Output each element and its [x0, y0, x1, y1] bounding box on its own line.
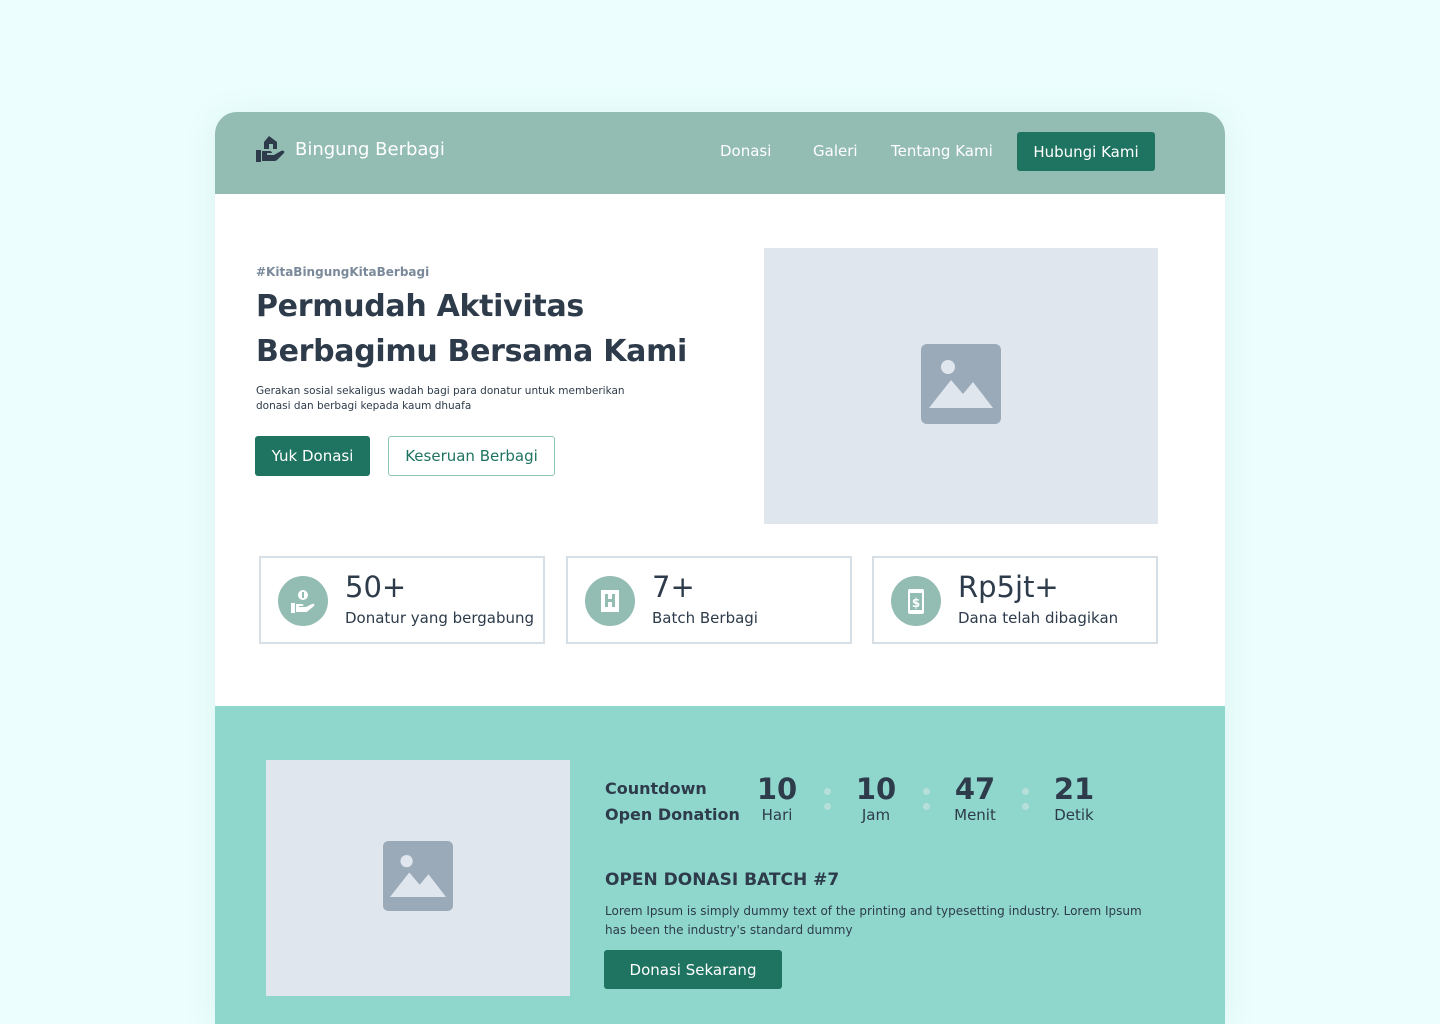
- hero-tagline: #KitaBingungKitaBerbagi: [256, 265, 430, 279]
- countdown-separator: [1022, 788, 1030, 812]
- image-icon: [383, 841, 453, 915]
- navbar: Bingung Berbagi Donasi Galeri Tentang Ka…: [215, 112, 1225, 194]
- hero-title-line-2: Berbagimu Bersama Kami: [256, 334, 688, 369]
- nav-link-donasi[interactable]: Donasi: [720, 142, 771, 160]
- countdown-minutes-label: Menit: [954, 806, 996, 824]
- stat-value: 50+: [345, 570, 407, 604]
- stat-card-donors: 50+ Donatur yang bergabung: [259, 556, 545, 644]
- batch-bag-icon: [585, 576, 635, 626]
- hero-title: Permudah Aktivitas Berbagimu Bersama Kam…: [256, 284, 696, 374]
- hero-title-line-1: Permudah Aktivitas: [256, 289, 584, 324]
- donasi-sekarang-button[interactable]: Donasi Sekarang: [604, 950, 782, 989]
- countdown-seconds: 21 Detik: [1044, 772, 1104, 824]
- countdown-heading-line-1: Countdown: [605, 779, 707, 798]
- countdown-hours-value: 10: [855, 772, 897, 806]
- nav-link-galeri[interactable]: Galeri: [813, 142, 858, 160]
- countdown-minutes-value: 47: [954, 772, 996, 806]
- stat-value: 7+: [652, 570, 695, 604]
- svg-text:$: $: [912, 596, 920, 610]
- brand-name: Bingung Berbagi: [295, 138, 445, 160]
- countdown-days-label: Hari: [761, 806, 793, 824]
- nav-link-tentang-kami[interactable]: Tentang Kami: [891, 142, 993, 160]
- yuk-donasi-button[interactable]: Yuk Donasi: [255, 436, 370, 476]
- batch-description: Lorem Ipsum is simply dummy text of the …: [605, 904, 1142, 937]
- hand-house-icon: [255, 134, 287, 164]
- stat-card-funds: $ Rp5jt+ Dana telah dibagikan: [872, 556, 1158, 644]
- landing-page-frame: Bingung Berbagi Donasi Galeri Tentang Ka…: [215, 112, 1225, 1024]
- countdown-days: 10 Hari: [747, 772, 807, 824]
- stat-label: Batch Berbagi: [652, 609, 758, 627]
- stat-label: Donatur yang bergabung: [345, 609, 535, 627]
- countdown-seconds-value: 21: [1053, 772, 1095, 806]
- stat-value: Rp5jt+: [958, 570, 1059, 604]
- countdown-separator: [824, 788, 832, 812]
- countdown-section: Countdown Open Donation 10 Hari 10 Jam 4…: [215, 706, 1225, 1024]
- countdown-heading-line-2: Open Donation: [605, 805, 740, 824]
- contact-button[interactable]: Hubungi Kami: [1017, 132, 1155, 171]
- countdown-heading: Countdown Open Donation: [605, 776, 740, 828]
- hero-image-placeholder: [764, 248, 1158, 524]
- stat-card-batches: 7+ Batch Berbagi: [566, 556, 852, 644]
- countdown-hours-label: Jam: [861, 806, 891, 824]
- countdown-hours: 10 Jam: [846, 772, 906, 824]
- hero-description: Gerakan sosial sekaligus wadah bagi para…: [256, 385, 625, 412]
- countdown-days-value: 10: [756, 772, 798, 806]
- countdown-minutes: 47 Menit: [945, 772, 1005, 824]
- donor-hand-icon: [278, 576, 328, 626]
- countdown-seconds-label: Detik: [1054, 806, 1094, 824]
- image-icon: [921, 344, 1001, 428]
- money-phone-icon: $: [891, 576, 941, 626]
- batch-image-placeholder: [266, 760, 570, 996]
- countdown-separator: [923, 788, 931, 812]
- brand-logo[interactable]: Bingung Berbagi: [255, 132, 445, 166]
- stat-label: Dana telah dibagikan: [958, 609, 1119, 627]
- keseruan-berbagi-button[interactable]: Keseruan Berbagi: [388, 436, 555, 476]
- batch-title: OPEN DONASI BATCH #7: [605, 870, 840, 890]
